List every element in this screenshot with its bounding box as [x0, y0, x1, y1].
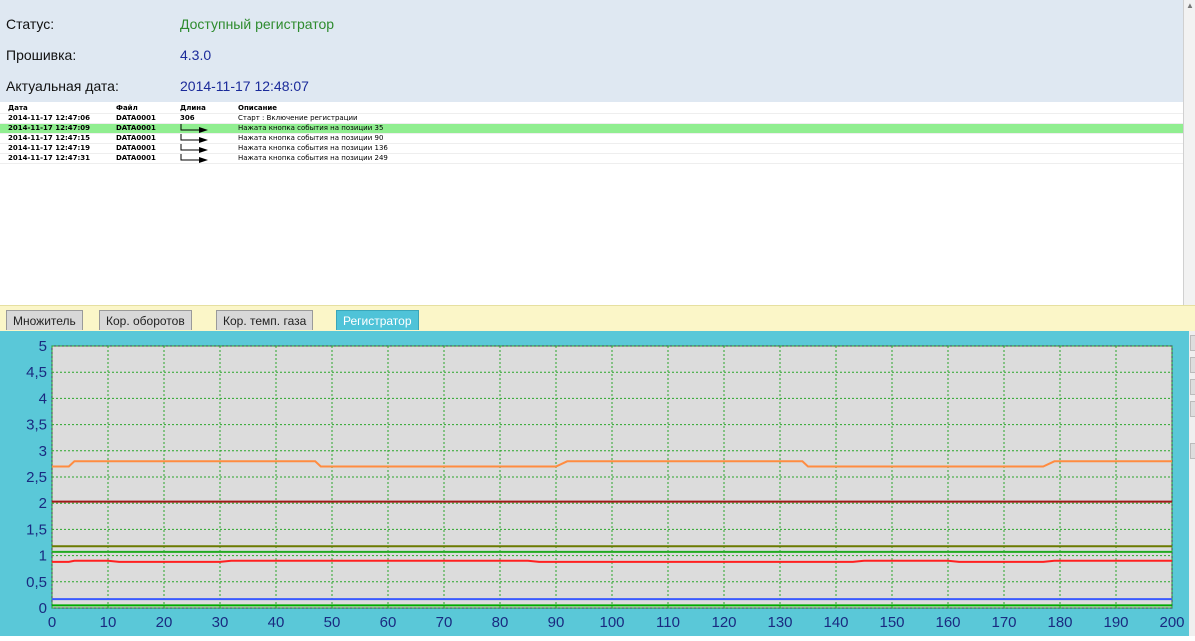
- x-tick-label: 20: [156, 614, 173, 631]
- x-tick-label: 80: [492, 614, 509, 631]
- x-tick-label: 60: [380, 614, 397, 631]
- x-tick-label: 150: [879, 614, 904, 631]
- y-tick-label: 2,5: [26, 469, 47, 486]
- y-tick-label: 3,5: [26, 417, 47, 434]
- y-tick-label: 0: [39, 600, 47, 617]
- event-arrow-icon: [180, 154, 208, 163]
- y-tick-label: 1: [39, 548, 47, 565]
- toolbar-button[interactable]: [1190, 335, 1195, 351]
- tab-multiplier[interactable]: Множитель: [6, 310, 83, 330]
- tab-rpm-correction[interactable]: Кор. оборотов: [99, 310, 192, 330]
- header-length[interactable]: Длина: [180, 104, 206, 113]
- row-file: DATA0001: [116, 134, 156, 142]
- x-tick-label: 110: [656, 614, 680, 631]
- series-line: [52, 559, 1172, 563]
- table-row[interactable]: 2014-11-17 12:47:15 DATA0001 Нажата кнопка…: [0, 134, 1183, 144]
- x-tick-label: 200: [1159, 614, 1184, 631]
- date-label: Актуальная дата:: [6, 78, 119, 94]
- firmware-value: 4.3.0: [180, 47, 212, 63]
- x-tick-label: 70: [436, 614, 453, 631]
- header-description[interactable]: Описание: [238, 104, 277, 113]
- event-arrow-icon: [180, 144, 208, 153]
- date-value: 2014-11-17 12:48:07: [180, 78, 309, 94]
- y-tick-label: 3: [39, 443, 47, 460]
- x-tick-label: 50: [324, 614, 341, 631]
- status-label: Статус:: [6, 16, 55, 32]
- header-date[interactable]: Дата: [8, 104, 28, 113]
- table-row[interactable]: 2014-11-17 12:47:06 DATA0001 306 Старт : Вк…: [0, 114, 1183, 124]
- event-log-table: Дата Файл Длина Описание 2014-11-17 12:4…: [0, 102, 1183, 305]
- tab-bar: Множитель Кор. оборотов Кор. темп. газа …: [0, 305, 1195, 332]
- row-description: Нажата кнопка события на позиции 136: [238, 144, 388, 152]
- x-tick-label: 90: [548, 614, 565, 631]
- log-header-row: Дата Файл Длина Описание: [0, 104, 1183, 114]
- chart-panel: 0 10 20 30 40 50 60 70 80 90 100 110 120 130 140 150 160…: [0, 331, 1189, 636]
- table-row[interactable]: 2014-11-17 12:47:31 DATA0001 Нажата кнопка…: [0, 154, 1183, 164]
- row-date: 2014-11-17 12:47:19: [8, 144, 91, 152]
- row-date: 2014-11-17 12:47:06: [8, 114, 91, 122]
- y-tick-label: 4: [39, 390, 47, 407]
- scroll-up-icon[interactable]: ▲: [1186, 2, 1194, 10]
- row-file: DATA0001: [116, 144, 156, 152]
- y-tick-label: 1,5: [26, 521, 47, 538]
- toolbar-button[interactable]: [1190, 379, 1195, 395]
- x-tick-label: 160: [935, 614, 960, 631]
- x-tick-label: 120: [711, 614, 736, 631]
- x-tick-label: 140: [823, 614, 848, 631]
- header-file[interactable]: Файл: [116, 104, 138, 113]
- row-file: DATA0001: [116, 124, 156, 132]
- x-tick-label: 180: [1047, 614, 1072, 631]
- table-row[interactable]: 2014-11-17 12:47:09 DATA0001 Нажата кнопка…: [0, 124, 1183, 134]
- row-file: DATA0001: [116, 154, 156, 162]
- y-tick-label: 5: [39, 338, 47, 355]
- x-tick-label: 190: [1103, 614, 1128, 631]
- row-date: 2014-11-17 12:47:15: [8, 134, 91, 142]
- status-value: Доступный регистратор: [180, 16, 335, 32]
- recorder-chart: 0 10 20 30 40 50 60 70 80 90 100 110 120 130 140 150 160…: [26, 338, 1184, 631]
- tab-recorder[interactable]: Регистратор: [336, 310, 419, 330]
- toolbar-button[interactable]: [1190, 401, 1195, 417]
- status-panel: Статус: Доступный регистратор Прошивка: …: [0, 0, 1183, 103]
- x-tick-label: 10: [100, 614, 117, 631]
- x-tick-label: 0: [48, 614, 56, 631]
- event-arrow-icon: [180, 124, 208, 133]
- vertical-scrollbar[interactable]: ▲: [1183, 0, 1195, 305]
- table-row[interactable]: 2014-11-17 12:47:19 DATA0001 Нажата кнопка…: [0, 144, 1183, 154]
- row-description: Нажата кнопка события на позиции 90: [238, 134, 384, 142]
- toolbar-button[interactable]: [1190, 443, 1195, 459]
- x-tick-label: 100: [599, 614, 624, 631]
- row-description: Старт : Включение регистрации: [238, 114, 358, 122]
- toolbar-button[interactable]: [1190, 357, 1195, 373]
- x-tick-label: 130: [767, 614, 792, 631]
- row-date: 2014-11-17 12:47:31: [8, 154, 91, 162]
- row-file: DATA0001: [116, 114, 156, 122]
- x-tick-label: 170: [991, 614, 1016, 631]
- tab-gas-temp-correction[interactable]: Кор. темп. газа: [216, 310, 314, 330]
- row-description: Нажата кнопка события на позиции 35: [238, 124, 384, 132]
- x-tick-label: 30: [212, 614, 229, 631]
- chart-toolbar: [1189, 331, 1195, 636]
- y-tick-label: 0,5: [26, 574, 47, 591]
- row-date: 2014-11-17 12:47:09: [8, 124, 91, 132]
- firmware-label: Прошивка:: [6, 47, 77, 63]
- y-tick-label: 2: [39, 495, 47, 512]
- x-tick-label: 40: [268, 614, 285, 631]
- row-description: Нажата кнопка события на позиции 249: [238, 154, 388, 162]
- row-length: 306: [180, 114, 195, 122]
- event-arrow-icon: [180, 134, 208, 143]
- y-tick-label: 4,5: [26, 364, 47, 381]
